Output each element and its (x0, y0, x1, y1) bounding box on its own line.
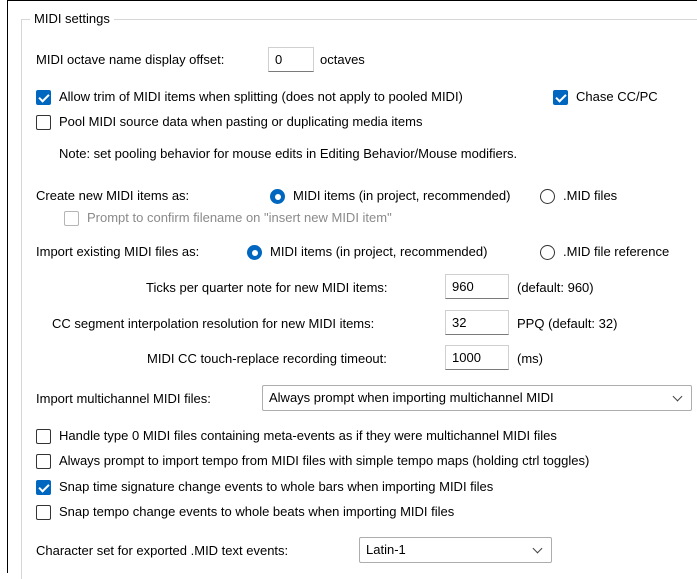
create-new-option-1: .MID files (563, 188, 618, 203)
octave-offset-input[interactable]: 0 (268, 47, 314, 72)
chase-cc-checkbox[interactable] (553, 90, 568, 105)
ticks-label: Ticks per quarter note for new MIDI item… (146, 280, 388, 295)
prompt-confirm-label: Prompt to confirm filename on "insert ne… (87, 210, 392, 225)
ticks-value: 960 (452, 279, 474, 294)
cc-touch-value: 1000 (452, 350, 481, 365)
option-label-snap-tempo: Snap tempo change events to whole beats … (59, 504, 455, 519)
option-checkbox-snap-timesig[interactable] (36, 480, 51, 495)
octave-unit-label: octaves (320, 52, 365, 67)
option-label-type0: Handle type 0 MIDI files containing meta… (59, 428, 557, 443)
ticks-default-hint: (default: 960) (517, 280, 594, 295)
cc-segment-value: 32 (452, 315, 467, 330)
octave-offset-label: MIDI octave name display offset: (36, 52, 225, 67)
cc-touch-input[interactable]: 1000 (445, 345, 509, 370)
create-new-option-0: MIDI items (in project, recommended) (293, 188, 511, 203)
option-checkbox-type0[interactable] (36, 429, 51, 444)
import-existing-option-0: MIDI items (in project, recommended) (270, 244, 488, 259)
option-checkbox-snap-tempo[interactable] (36, 505, 51, 520)
create-new-mid-files-radio[interactable] (540, 189, 555, 204)
prompt-confirm-checkbox[interactable] (64, 211, 79, 226)
create-new-label: Create new MIDI items as: (36, 188, 190, 203)
cc-touch-hint: (ms) (517, 351, 543, 366)
octave-offset-value: 0 (275, 52, 283, 67)
ticks-input[interactable]: 960 (445, 274, 509, 299)
import-existing-mid-reference-radio[interactable] (540, 245, 555, 260)
chase-cc-label: Chase CC/PC (576, 89, 658, 104)
pool-midi-label: Pool MIDI source data when pasting or du… (59, 114, 423, 129)
import-multichannel-value: Always prompt when importing multichanne… (269, 390, 554, 405)
window-left-border (7, 0, 8, 573)
import-existing-label: Import existing MIDI files as: (36, 244, 200, 259)
allow-trim-label: Allow trim of MIDI items when splitting … (59, 89, 463, 104)
window-top-border (7, 0, 697, 1)
option-label-snap-timesig: Snap time signature change events to who… (59, 479, 494, 494)
cc-touch-label: MIDI CC touch-replace recording timeout: (147, 351, 387, 366)
create-new-midi-items-radio[interactable] (270, 189, 285, 204)
import-existing-option-1: .MID file reference (563, 244, 670, 259)
charset-label: Character set for exported .MID text eve… (36, 543, 289, 558)
pooling-note: Note: set pooling behavior for mouse edi… (59, 146, 518, 161)
option-label-tempo-prompt: Always prompt to import tempo from MIDI … (59, 453, 590, 468)
import-multichannel-label: Import multichannel MIDI files: (36, 391, 211, 406)
charset-select[interactable]: Latin-1 (359, 537, 552, 563)
allow-trim-checkbox[interactable] (36, 90, 51, 105)
chevron-down-icon (532, 543, 543, 554)
group-title: MIDI settings (30, 11, 114, 27)
cc-segment-label: CC segment interpolation resolution for … (52, 316, 375, 331)
cc-segment-input[interactable]: 32 (445, 310, 509, 335)
import-existing-midi-items-radio[interactable] (247, 245, 262, 260)
pool-midi-checkbox[interactable] (36, 115, 51, 130)
import-multichannel-select[interactable]: Always prompt when importing multichanne… (262, 385, 692, 411)
cc-segment-hint: PPQ (default: 32) (517, 316, 618, 331)
chevron-down-icon (672, 391, 683, 402)
charset-value: Latin-1 (366, 542, 406, 557)
option-checkbox-tempo-prompt[interactable] (36, 454, 51, 469)
